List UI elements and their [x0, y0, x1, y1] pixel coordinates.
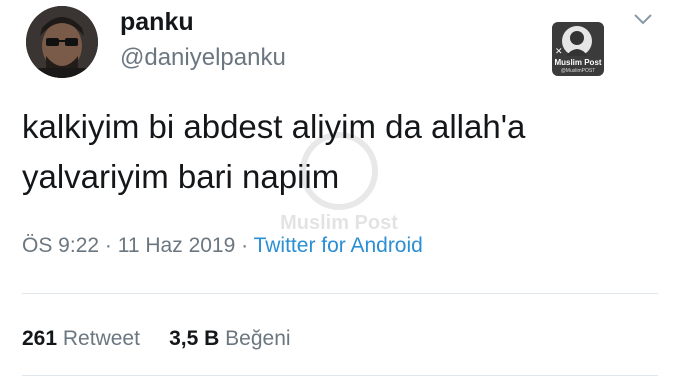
- muslim-post-logo: ✕ Muslim Post @MuslimPOST: [552, 22, 604, 76]
- tweet-time[interactable]: ÖS 9:22: [22, 234, 99, 257]
- logo-handle: @MuslimPOST: [560, 68, 596, 74]
- tweet-card: panku @daniyelpanku ✕ Muslim Post @Musli…: [0, 0, 680, 380]
- display-name[interactable]: panku: [120, 8, 194, 37]
- divider: [22, 293, 658, 294]
- avatar[interactable]: [26, 6, 98, 78]
- tweet-source-link[interactable]: Twitter for Android: [254, 234, 423, 257]
- like-stat[interactable]: 3,5 B Beğeni: [169, 327, 290, 350]
- separator: ·: [104, 234, 112, 257]
- tweet-line: kalkiyim bi abdest aliyim da allah'a: [22, 108, 526, 145]
- tweet-line: yalvariyim bari napiim: [22, 158, 340, 195]
- x-logo-icon: ✕: [555, 46, 563, 56]
- watermark-text: Muslim Post: [280, 212, 398, 234]
- user-handle[interactable]: @daniyelpanku: [120, 44, 286, 72]
- avatar-photo: [26, 6, 98, 78]
- retweet-stat[interactable]: 261 Retweet: [22, 327, 146, 350]
- like-label: Beğeni: [225, 327, 291, 350]
- logo-portrait-icon: [566, 31, 588, 56]
- like-count: 3,5 B: [169, 327, 220, 350]
- divider: [22, 375, 658, 376]
- logo-portrait: [562, 26, 592, 56]
- separator: ·: [241, 234, 249, 257]
- tweet-text: kalkiyim bi abdest aliyim da allah'a yal…: [22, 102, 662, 202]
- chevron-down-icon[interactable]: [632, 10, 654, 28]
- tweet-meta: ÖS 9:22 · 11 Haz 2019 · Twitter for Andr…: [22, 234, 423, 258]
- retweet-label: Retweet: [62, 327, 140, 350]
- logo-name: Muslim Post: [554, 58, 602, 67]
- tweet-stats: 261 Retweet 3,5 B Beğeni: [22, 327, 291, 351]
- tweet-date[interactable]: 11 Haz 2019: [118, 234, 236, 257]
- retweet-count: 261: [22, 327, 58, 350]
